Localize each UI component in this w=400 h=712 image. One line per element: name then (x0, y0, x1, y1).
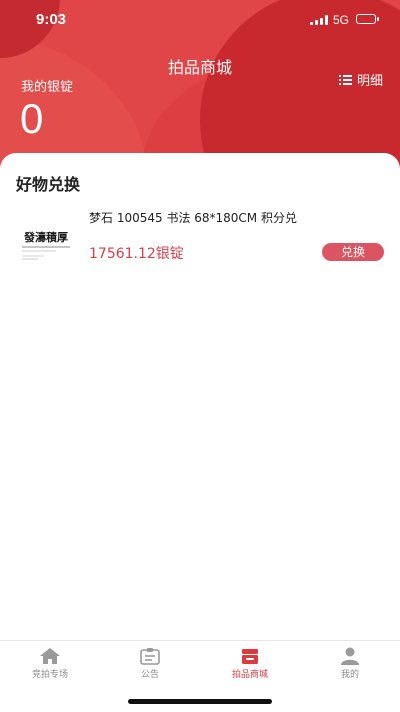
tab-mine[interactable]: 我的 (310, 647, 390, 683)
notice-icon (140, 648, 160, 665)
exchange-button[interactable]: 兑换 (322, 243, 384, 261)
tab-label: 公告 (140, 670, 159, 680)
tab-auction[interactable]: 竞拍专场 (10, 647, 90, 683)
product-thumbnail[interactable]: 發濤積厚 (16, 213, 76, 273)
person-icon (341, 647, 359, 665)
section-title: 好物兑换 (16, 175, 81, 194)
product-name[interactable]: 梦石 100545 书法 68*180CM 积分兑 (89, 209, 297, 226)
detail-label: 明细 (357, 74, 384, 89)
battery-icon (356, 14, 376, 24)
content-card: 好物兑换 發濤積厚 梦石 100545 书法 68*180CM 积分兑 1756… (0, 153, 400, 653)
balance-value: 0 (20, 95, 44, 142)
status-bar: 9:03 5G (0, 0, 400, 40)
home-indicator[interactable] (128, 699, 272, 704)
tab-label: 竞拍专场 (31, 670, 68, 680)
tab-store[interactable]: 拍品商城 (210, 647, 290, 683)
tab-label: 拍品商城 (231, 670, 268, 680)
tab-label: 我的 (340, 670, 359, 680)
tab-notice[interactable]: 公告 (110, 647, 190, 683)
product-price: 17561.12银锭 (89, 246, 184, 262)
home-icon (40, 648, 60, 664)
list-icon (339, 74, 352, 85)
status-time: 9:03 (36, 11, 67, 28)
battery-cap (377, 17, 379, 21)
store-icon (242, 649, 258, 664)
network-label: 5G (333, 13, 350, 27)
balance-label: 我的银锭 (21, 80, 74, 95)
product-thumbnail-calligraphy: 發濤積厚 (23, 230, 68, 244)
signal-icon (310, 15, 328, 25)
detail-button[interactable]: 明细 (339, 70, 383, 89)
